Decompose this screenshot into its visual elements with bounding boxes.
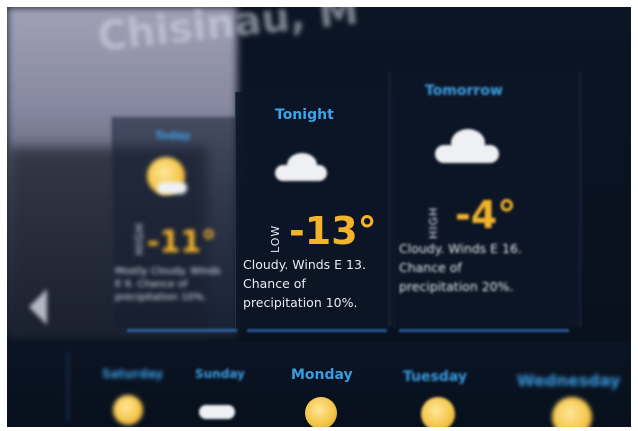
weather-display-photo: Chisinau, M Today HIGH -11° Mostly Cloud… [7, 7, 631, 427]
temp-tomorrow: -4° [455, 193, 517, 237]
period-today: Today [155, 129, 191, 142]
temp-tonight: -13° [289, 209, 377, 253]
day-saturday: Saturday [102, 367, 164, 381]
period-tonight: Tonight [275, 107, 334, 123]
desc-tomorrow: Cloudy. Winds E 16. Chance of precipitat… [399, 241, 522, 294]
partly-cloudy-sun-icon [113, 395, 143, 425]
cloud-icon [199, 405, 235, 419]
glow-divider [247, 329, 387, 332]
partly-cloudy-sun-icon [305, 397, 337, 427]
glow-divider [127, 329, 237, 332]
chevron-left-icon[interactable] [29, 289, 47, 325]
day-sunday: Sunday [195, 367, 245, 381]
glow-divider [399, 329, 569, 332]
cloud-icon [157, 182, 187, 194]
partly-cloudy-sun-icon [421, 397, 455, 427]
desc-today: Mostly Cloudy. Winds E 9. Chance of prec… [115, 266, 221, 303]
desc-tonight: Cloudy. Winds E 13. Chance of precipitat… [243, 257, 366, 310]
label-high-today: HIGH [133, 222, 146, 255]
strip-divider [67, 352, 69, 422]
temp-today: -11° [147, 225, 217, 260]
day-wednesday: Wednesday [517, 371, 621, 390]
label-high-tomorrow: HIGH [427, 206, 440, 239]
day-monday: Monday [291, 367, 353, 383]
day-tuesday: Tuesday [403, 369, 467, 385]
label-low-tonight: LOW [269, 224, 282, 253]
period-tomorrow: Tomorrow [425, 83, 503, 99]
